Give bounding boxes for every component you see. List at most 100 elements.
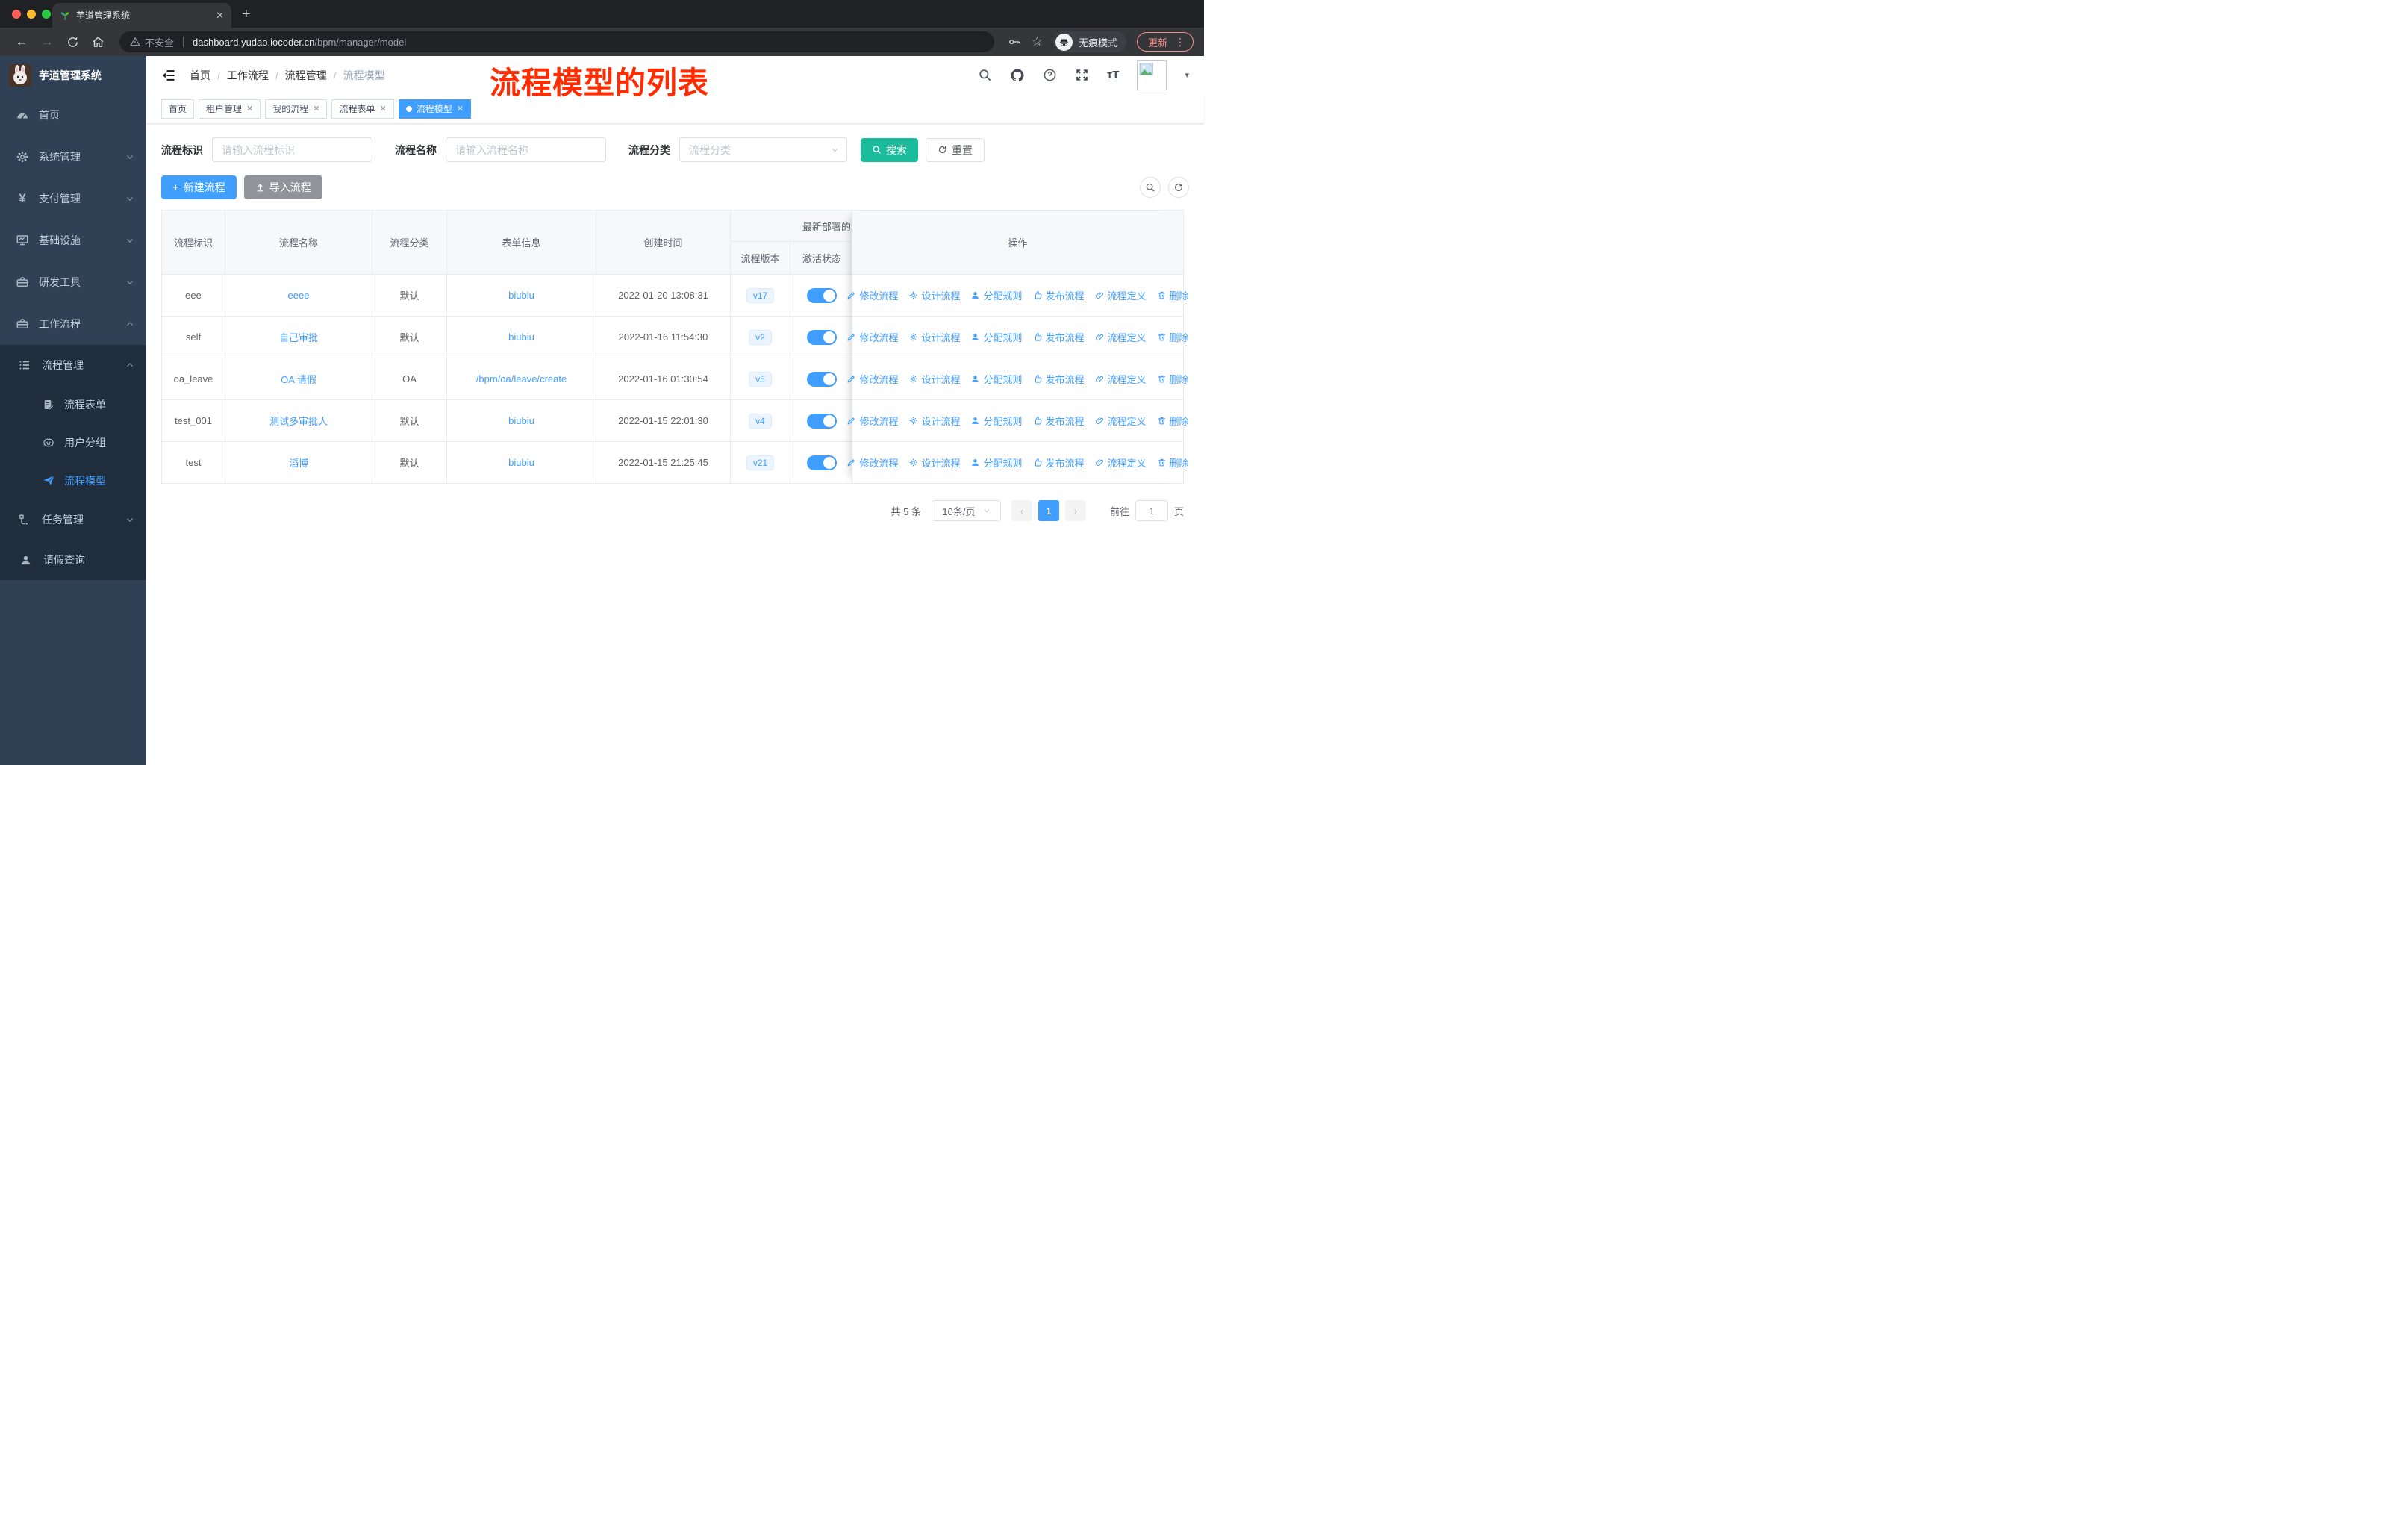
forward-icon[interactable]: → [36, 34, 58, 49]
sidebar-item-user-group[interactable]: 用户分组 [0, 423, 146, 461]
active-toggle[interactable] [807, 455, 837, 470]
sidebar-item-infra[interactable]: 基础设施 [0, 219, 146, 261]
collapse-sidebar-icon[interactable] [161, 68, 176, 83]
update-button[interactable]: 更新 ⋮ [1136, 32, 1194, 52]
minimize-window-button[interactable] [27, 10, 36, 19]
process-definition-link[interactable]: 流程定义 [1095, 288, 1147, 302]
tag-home[interactable]: 首页 [161, 99, 195, 119]
sidebar-item-workflow[interactable]: 工作流程 [0, 303, 146, 345]
form-info-link[interactable]: biubiu [508, 331, 534, 343]
tag-tenant[interactable]: 租户管理 ✕ [199, 99, 261, 119]
publish-process-link[interactable]: 发布流程 [1033, 288, 1085, 302]
version-tag[interactable]: v5 [749, 371, 772, 387]
refresh-table-button[interactable] [1168, 177, 1189, 198]
breadcrumb-workflow[interactable]: 工作流程 [227, 68, 269, 83]
close-icon[interactable]: ✕ [380, 104, 387, 113]
process-name-link[interactable]: 滔博 [289, 455, 308, 470]
active-toggle[interactable] [807, 371, 837, 387]
design-process-link[interactable]: 设计流程 [908, 455, 960, 470]
edit-process-link[interactable]: 修改流程 [846, 372, 898, 386]
category-select[interactable]: 流程分类 [679, 137, 847, 162]
version-tag[interactable]: v21 [746, 455, 775, 470]
delete-link[interactable]: 删除 [1157, 288, 1189, 302]
design-process-link[interactable]: 设计流程 [908, 414, 960, 428]
home-icon[interactable] [87, 36, 109, 49]
delete-link[interactable]: 删除 [1157, 455, 1189, 470]
form-info-link[interactable]: /bpm/oa/leave/create [476, 373, 567, 384]
chevron-down-icon[interactable]: ▾ [1185, 70, 1189, 80]
process-definition-link[interactable]: 流程定义 [1095, 414, 1147, 428]
sidebar-item-leave-query[interactable]: 请假查询 [0, 540, 146, 580]
sidebar-item-devtools[interactable]: 研发工具 [0, 261, 146, 303]
form-info-link[interactable]: biubiu [508, 457, 534, 468]
maximize-window-button[interactable] [42, 10, 51, 19]
github-icon[interactable] [1010, 68, 1025, 83]
process-name-link[interactable]: 测试多审批人 [269, 414, 328, 428]
process-name-link[interactable]: OA 请假 [281, 372, 316, 386]
tag-my-process[interactable]: 我的流程 ✕ [265, 99, 328, 119]
publish-process-link[interactable]: 发布流程 [1033, 455, 1085, 470]
version-tag[interactable]: v17 [746, 287, 775, 303]
sidebar-item-process-form[interactable]: 流程表单 [0, 385, 146, 423]
assign-rule-link[interactable]: 分配规则 [970, 372, 1023, 386]
security-warning[interactable]: 不安全 [130, 35, 174, 49]
version-tag[interactable]: v4 [749, 413, 772, 429]
version-tag[interactable]: v2 [749, 329, 772, 345]
publish-process-link[interactable]: 发布流程 [1033, 372, 1085, 386]
window-controls[interactable] [12, 10, 51, 19]
sidebar-logo[interactable]: 芋道管理系统 [0, 56, 146, 94]
delete-link[interactable]: 删除 [1157, 372, 1189, 386]
create-process-button[interactable]: + 新建流程 [161, 175, 237, 199]
process-name-input[interactable] [446, 137, 606, 162]
sidebar-item-system[interactable]: 系统管理 [0, 136, 146, 178]
active-toggle[interactable] [807, 329, 837, 345]
sidebar-item-task-mgmt[interactable]: 任务管理 [0, 499, 146, 540]
show-search-button[interactable] [1140, 177, 1161, 198]
bookmark-star-icon[interactable]: ☆ [1032, 34, 1043, 49]
help-icon[interactable] [1043, 68, 1057, 82]
form-info-link[interactable]: biubiu [508, 290, 534, 301]
publish-process-link[interactable]: 发布流程 [1033, 330, 1085, 344]
search-icon[interactable] [978, 68, 992, 82]
page-1-button[interactable]: 1 [1038, 500, 1059, 521]
back-icon[interactable]: ← [10, 34, 33, 49]
edit-process-link[interactable]: 修改流程 [846, 288, 898, 302]
close-icon[interactable]: ✕ [246, 104, 253, 113]
assign-rule-link[interactable]: 分配规则 [970, 414, 1023, 428]
process-name-link[interactable]: eeee [288, 290, 310, 301]
breadcrumb-process-mgmt[interactable]: 流程管理 [285, 68, 327, 83]
next-page-button[interactable]: › [1064, 500, 1086, 521]
process-definition-link[interactable]: 流程定义 [1095, 455, 1147, 470]
new-tab-button[interactable]: + [242, 6, 251, 23]
password-key-icon[interactable] [1008, 35, 1021, 49]
sidebar-item-home[interactable]: 首页 [0, 94, 146, 136]
process-definition-link[interactable]: 流程定义 [1095, 372, 1147, 386]
sidebar-item-process-model[interactable]: 流程模型 [0, 461, 146, 499]
tab-close-icon[interactable]: ✕ [216, 10, 224, 22]
form-info-link[interactable]: biubiu [508, 415, 534, 426]
sidebar-item-payment[interactable]: ¥ 支付管理 [0, 178, 146, 219]
prev-page-button[interactable]: ‹ [1011, 500, 1032, 521]
reset-button[interactable]: 重置 [926, 137, 985, 162]
fullscreen-icon[interactable] [1075, 68, 1089, 82]
process-name-link[interactable]: 自己审批 [279, 330, 318, 344]
browser-tab[interactable]: 芋道管理系统 ✕ [52, 3, 231, 28]
design-process-link[interactable]: 设计流程 [908, 372, 960, 386]
close-icon[interactable]: ✕ [313, 104, 319, 113]
process-key-input[interactable] [212, 137, 372, 162]
assign-rule-link[interactable]: 分配规则 [970, 288, 1023, 302]
close-window-button[interactable] [12, 10, 21, 19]
active-toggle[interactable] [807, 287, 837, 303]
close-icon[interactable]: ✕ [457, 104, 464, 113]
import-process-button[interactable]: 导入流程 [243, 175, 322, 199]
edit-process-link[interactable]: 修改流程 [846, 455, 898, 470]
delete-link[interactable]: 删除 [1157, 330, 1189, 344]
tag-process-model[interactable]: 流程模型 ✕ [398, 99, 471, 119]
address-bar[interactable]: 不安全 dashboard.yudao.iocoder.cn/bpm/manag… [119, 31, 994, 52]
publish-process-link[interactable]: 发布流程 [1033, 414, 1085, 428]
page-size-select[interactable]: 10条/页 [931, 500, 1001, 521]
assign-rule-link[interactable]: 分配规则 [970, 330, 1023, 344]
reload-icon[interactable] [61, 36, 84, 49]
avatar[interactable] [1137, 60, 1167, 90]
active-toggle[interactable] [807, 413, 837, 429]
